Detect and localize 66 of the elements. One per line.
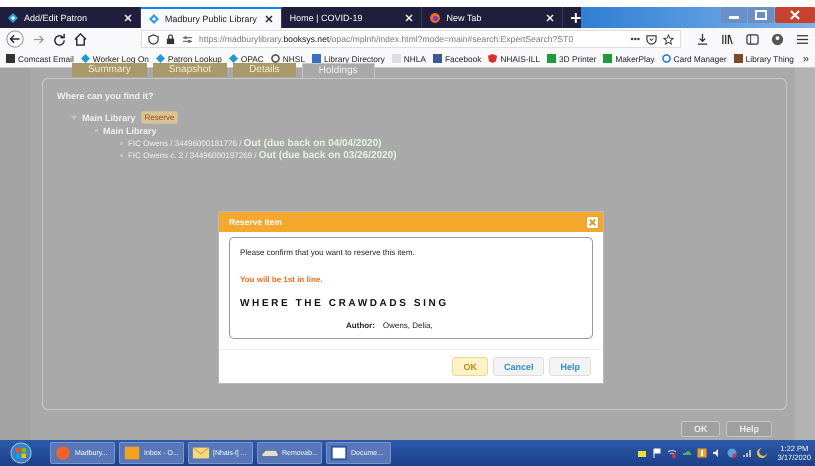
pocket-icon[interactable]	[646, 34, 657, 44]
bookmarks-overflow-button[interactable]: »	[802, 52, 809, 64]
shield-icon	[148, 34, 159, 44]
bookmark[interactable]: MakerPlay	[603, 54, 655, 64]
address-field[interactable]: https://madburylibrary.booksys.net/opac/mplnh/index.html?mode=main#search:ExpertSearch?ST0 •••	[141, 30, 681, 48]
tab-label: New Tab	[446, 12, 482, 22]
diamond-icon	[228, 54, 238, 63]
star-icon[interactable]	[663, 34, 674, 44]
bookmark[interactable]: Patron Lookup	[156, 54, 222, 64]
envelope-icon	[192, 445, 210, 461]
diamond-icon	[148, 14, 159, 24]
bookmark[interactable]: NHAIS-ILL	[488, 54, 540, 64]
sidebar-icon[interactable]	[746, 32, 759, 46]
ring-icon	[662, 54, 671, 63]
page-actions-button[interactable]: •••	[630, 34, 640, 44]
signal-icon[interactable]	[742, 448, 752, 458]
sliders-icon	[182, 34, 193, 44]
download-icon[interactable]	[696, 32, 709, 46]
maximize-icon[interactable]	[748, 7, 774, 23]
new-tab-icon[interactable]	[571, 12, 581, 22]
scrollbar[interactable]	[795, 68, 815, 440]
reload-icon[interactable]	[53, 32, 66, 46]
copy-status-text: FIC Owens / 34496000181776 / Out (due back on 04/04/2020)	[128, 138, 382, 148]
bookmark[interactable]: OPAC	[228, 54, 264, 64]
square-icon	[6, 54, 15, 63]
home-icon[interactable]	[74, 32, 87, 46]
bookmark[interactable]: Library Thing	[734, 54, 794, 64]
branch-label: Main Library	[82, 112, 136, 122]
forward-icon[interactable]	[32, 32, 45, 46]
bookmark[interactable]: 3D Printer	[547, 54, 596, 64]
copy-status-text: FIC Owens c. 2 / 34496000197269 / Out (due back on 03/26/2020)	[128, 150, 397, 160]
page-icon	[392, 54, 401, 63]
flag-icon[interactable]	[652, 448, 662, 458]
confirm-message: Please confirm that you want to reserve this item.	[240, 248, 416, 257]
queue-notice: You will be 1st in line.	[240, 275, 324, 284]
bookmark[interactable]: Comcast Email	[6, 54, 74, 64]
dialog-title: Reserve Item	[229, 217, 282, 227]
browser-tab[interactable]: Madbury Public Library	[140, 7, 282, 28]
book-title: WHERE THE CRAWDADS SING	[240, 298, 450, 309]
library-icon[interactable]	[721, 32, 734, 46]
reserve-button[interactable]: Reserve	[140, 111, 178, 124]
back-icon[interactable]	[6, 30, 24, 48]
account-icon[interactable]	[771, 32, 784, 46]
diamond-icon	[8, 12, 18, 22]
minimize-icon[interactable]	[721, 7, 747, 23]
section-heading: Where can you find it?	[57, 91, 155, 101]
bookmark[interactable]: Card Manager	[662, 54, 727, 64]
moon-icon[interactable]	[756, 448, 767, 458]
bookmark[interactable]: NHLA	[392, 54, 426, 64]
lock-icon	[165, 34, 176, 44]
location-label: Main Library	[103, 126, 157, 136]
author-name: Owens, Delia,	[382, 321, 433, 330]
wireless-icon[interactable]	[666, 448, 677, 458]
tab-label: Add/Edit Patron	[24, 12, 88, 22]
shield-icon	[488, 54, 498, 63]
url-text: https://madburylibrary.booksys.net/opac/mplnh/index.html?mode=main#search:ExpertSearch?ST0	[199, 34, 574, 44]
tab-label: Madbury Public Library	[164, 14, 258, 24]
bookmark[interactable]: Facebook	[432, 54, 482, 64]
close-icon[interactable]	[264, 14, 273, 22]
bookmark[interactable]: NHSL	[270, 54, 305, 64]
start-button[interactable]	[10, 442, 32, 464]
menu-icon[interactable]	[796, 32, 809, 46]
author-label: Author:	[346, 321, 375, 330]
tab-label: Home | COVID-19	[290, 12, 364, 22]
connection-icon[interactable]	[682, 448, 692, 458]
bookmark[interactable]: Library Directory	[312, 54, 385, 64]
